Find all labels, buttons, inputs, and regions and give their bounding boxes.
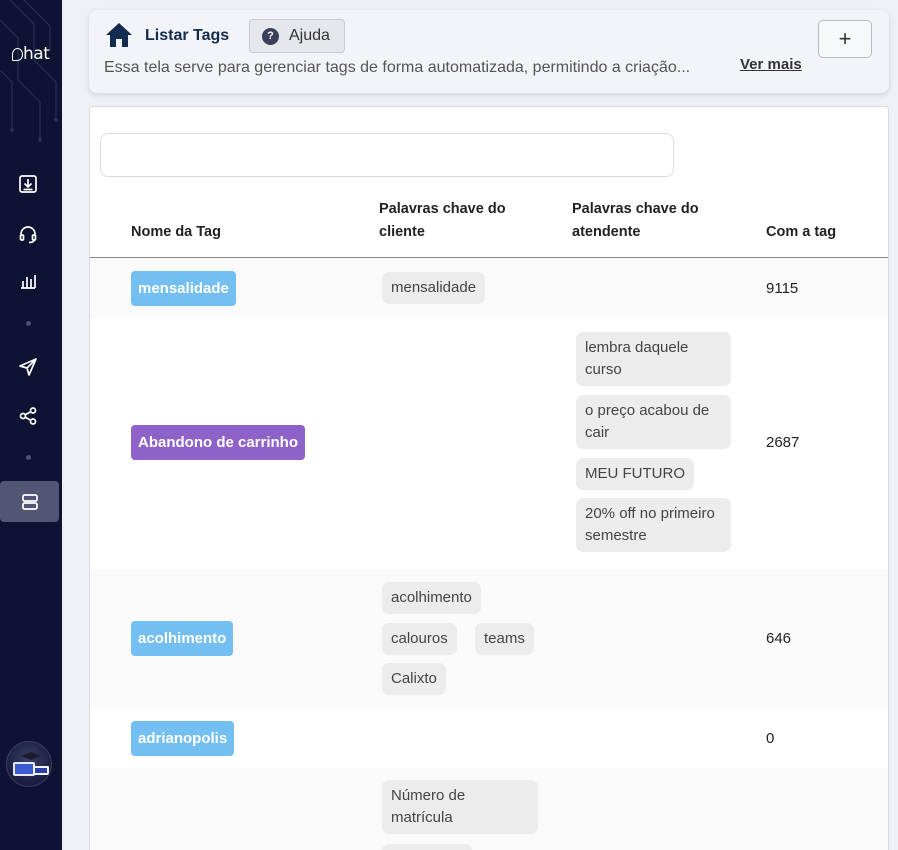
page-header: Listar Tags ? Ajuda Essa tela serve para… bbox=[89, 10, 889, 93]
agent-keyword-chip: MEU FUTURO bbox=[576, 458, 694, 490]
client-keyword-chip: calouros bbox=[382, 623, 457, 655]
tag-count: 9115 bbox=[766, 280, 799, 297]
col-header-agent-keywords: Palavras chave do atendente bbox=[572, 198, 699, 244]
home-icon[interactable] bbox=[104, 21, 134, 49]
client-keyword-chip: acolhimento bbox=[382, 582, 481, 614]
nav-share-icon[interactable] bbox=[14, 402, 42, 430]
page-description: Essa tela serve para gerenciar tags de f… bbox=[104, 59, 691, 76]
tag-count: 2687 bbox=[766, 434, 800, 451]
tag-badge[interactable]: mensalidade bbox=[131, 271, 236, 306]
agent-keyword-chip: lembra daquele curso bbox=[576, 332, 731, 386]
table-row: adrianopolis 0 bbox=[90, 709, 888, 768]
circuit-decoration bbox=[0, 0, 58, 142]
table-row: Abandono de carrinho lembra daquele curs… bbox=[90, 318, 888, 569]
agent-keyword-chip: 20% off no primeiro semestre bbox=[576, 498, 731, 552]
client-keyword-chip: Calixto bbox=[382, 663, 446, 695]
tags-table-panel: Nome da Tag Palavras chave do cliente Pa… bbox=[89, 106, 889, 850]
nav-headset-icon[interactable] bbox=[14, 220, 42, 248]
nav-bar-chart-icon[interactable] bbox=[14, 267, 42, 295]
col-header-agent-line1: Palavras chave do bbox=[572, 201, 699, 217]
client-keyword-chip: teams bbox=[475, 623, 534, 655]
tag-count: 0 bbox=[766, 730, 775, 747]
tag-badge[interactable]: adrianopolis bbox=[131, 721, 235, 756]
nav-download-icon[interactable] bbox=[14, 170, 42, 198]
table-row: mensalidade mensalidade 9115 bbox=[90, 258, 888, 318]
client-keyword-chip: mensalidade bbox=[382, 272, 486, 304]
sidebar: hat bbox=[0, 0, 62, 850]
nav-separator-dot bbox=[26, 321, 31, 326]
agent-keyword-chip: o preço acabou de cair bbox=[576, 395, 731, 449]
table-row: Número de matrícula bbox=[90, 768, 888, 850]
client-keyword-chip: Número de matrícula bbox=[382, 780, 538, 834]
nav-separator-dot bbox=[26, 455, 31, 460]
nav-send-icon[interactable] bbox=[14, 353, 42, 381]
col-header-client-keywords: Palavras chave do cliente bbox=[379, 198, 506, 244]
table-row: acolhimento acolhimento calouros teams C… bbox=[90, 569, 888, 709]
tag-count: 646 bbox=[766, 630, 792, 647]
app-logo: hat bbox=[12, 44, 50, 64]
question-circle-icon: ? bbox=[262, 27, 279, 45]
help-button[interactable]: ? Ajuda bbox=[249, 19, 345, 53]
client-keyword-chip bbox=[382, 844, 472, 850]
help-button-label: Ajuda bbox=[289, 27, 330, 44]
ver-mais-link[interactable]: Ver mais bbox=[740, 56, 802, 73]
search-input[interactable] bbox=[100, 133, 674, 177]
col-header-client-line2: cliente bbox=[379, 224, 425, 240]
logo-text: hat bbox=[23, 44, 50, 64]
nav-tags-icon[interactable] bbox=[0, 481, 59, 522]
page-title: Listar Tags bbox=[145, 27, 230, 44]
add-tag-button[interactable]: + bbox=[818, 20, 872, 58]
col-header-count: Com a tag bbox=[766, 224, 837, 240]
tag-badge[interactable]: acolhimento bbox=[131, 621, 234, 656]
user-avatar[interactable] bbox=[6, 741, 52, 787]
tag-badge[interactable]: Abandono de carrinho bbox=[131, 425, 306, 460]
chat-bubble-logo-icon bbox=[12, 48, 23, 61]
col-header-name: Nome da Tag bbox=[131, 224, 221, 240]
col-header-agent-line2: atendente bbox=[572, 224, 641, 240]
col-header-client-line1: Palavras chave do bbox=[379, 201, 506, 217]
